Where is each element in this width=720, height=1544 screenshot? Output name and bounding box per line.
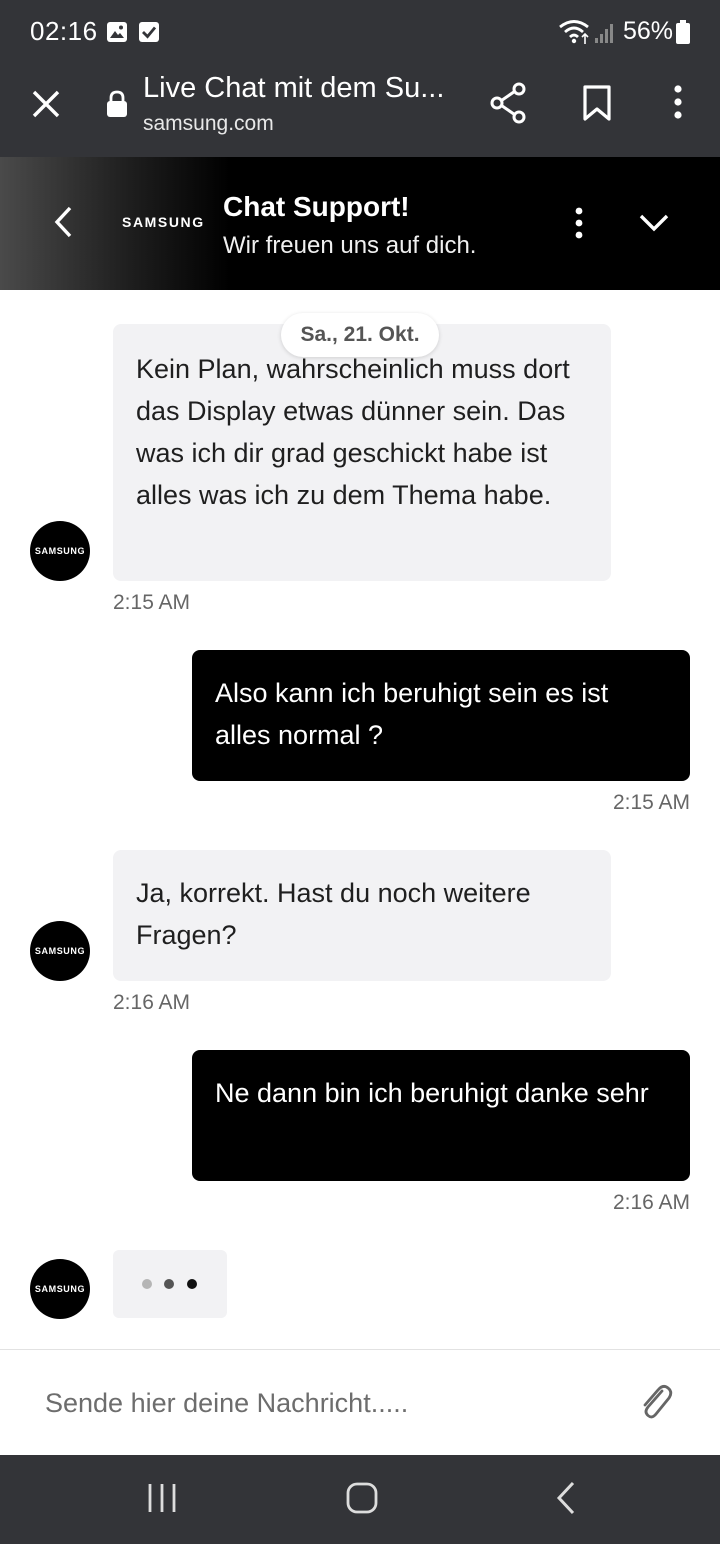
agent-avatar: SAMSUNG xyxy=(30,921,90,981)
chevron-down-icon[interactable] xyxy=(638,212,670,239)
message-time: 2:16 AM xyxy=(113,991,191,1014)
browser-toolbar: Live Chat mit dem Su... samsung.com xyxy=(0,64,720,157)
samsung-logo: SAMSUNG xyxy=(122,214,205,230)
image-notification-icon xyxy=(106,21,128,48)
typing-dot xyxy=(187,1279,197,1289)
more-menu-icon[interactable] xyxy=(666,84,690,125)
checkbox-notification-icon xyxy=(138,21,160,48)
status-time: 02:16 xyxy=(30,16,98,46)
chat-menu-icon[interactable] xyxy=(570,207,588,244)
typing-dot xyxy=(142,1279,152,1289)
home-icon[interactable] xyxy=(346,1481,378,1520)
bookmark-icon[interactable] xyxy=(582,84,612,127)
wifi-icon xyxy=(558,19,592,50)
agent-message: Ja, korrekt. Hast du noch weitere Fragen… xyxy=(113,850,611,981)
back-chevron-icon[interactable] xyxy=(50,203,76,246)
message-time: 2:15 AM xyxy=(612,791,690,814)
message-time: 2:16 AM xyxy=(612,1191,690,1214)
user-message: Also kann ich beruhigt sein es ist alles… xyxy=(192,650,690,781)
page-url[interactable]: samsung.com xyxy=(143,112,274,136)
agent-message: Kein Plan, wahrscheinlich muss dort das … xyxy=(113,324,611,581)
battery-percent: 56% xyxy=(623,17,674,45)
message-time: 2:15 AM xyxy=(113,591,191,614)
user-message: Ne dann bin ich beruhigt danke sehr xyxy=(192,1050,690,1181)
recent-apps-icon[interactable] xyxy=(146,1481,178,1520)
paperclip-icon[interactable] xyxy=(638,1383,674,1428)
agent-avatar: SAMSUNG xyxy=(30,521,90,581)
back-icon[interactable] xyxy=(552,1481,580,1520)
chat-subtitle: Wir freuen uns auf dich. xyxy=(223,232,477,259)
typing-dot xyxy=(164,1279,174,1289)
page-title[interactable]: Live Chat mit dem Su... xyxy=(143,72,444,105)
close-icon[interactable] xyxy=(28,86,64,122)
message-input[interactable] xyxy=(45,1378,615,1428)
lock-icon xyxy=(106,90,128,123)
message-composer xyxy=(0,1349,720,1455)
date-separator: Sa., 21. Okt. xyxy=(281,313,439,357)
agent-avatar: SAMSUNG xyxy=(30,1259,90,1319)
typing-indicator xyxy=(113,1250,227,1318)
system-nav-bar xyxy=(0,1455,720,1544)
signal-icon xyxy=(594,22,616,49)
screen: 02:16 56% Live Chat mit dem Su... samsun… xyxy=(0,0,720,1544)
status-bar: 02:16 56% xyxy=(0,0,720,64)
chat-title: Chat Support! xyxy=(223,191,410,222)
chat-header: SAMSUNG Chat Support! Wir freuen uns auf… xyxy=(0,157,720,290)
battery-icon xyxy=(676,20,690,49)
share-icon[interactable] xyxy=(488,82,528,129)
